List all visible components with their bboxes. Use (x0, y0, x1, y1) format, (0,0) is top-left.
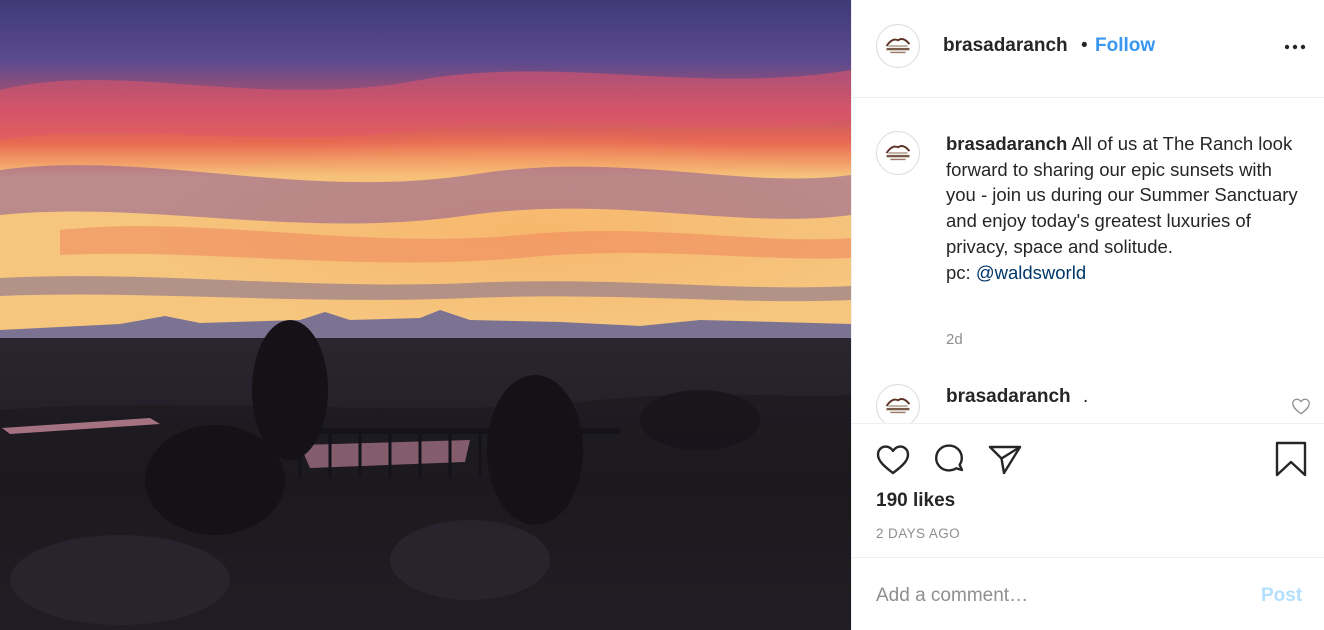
avatar[interactable] (876, 24, 920, 68)
brand-logo-icon (885, 38, 911, 54)
brand-logo-icon (885, 398, 911, 414)
sunset-photo-image (0, 0, 851, 630)
comment-input[interactable] (876, 580, 1236, 612)
caption-pc-prefix: pc: (946, 261, 976, 283)
avatar[interactable] (876, 131, 920, 175)
save-bookmark-icon[interactable] (1272, 440, 1310, 478)
like-heart-icon[interactable] (874, 440, 912, 478)
post-author-username[interactable]: brasadaranch (943, 35, 1068, 57)
comments-list[interactable]: brasadaranch All of us at The Ranch look… (852, 99, 1324, 423)
avatar[interactable] (876, 384, 920, 423)
post-details-panel: brasadaranch • Follow brasadaranch All o… (851, 0, 1324, 630)
comment-text: . (1083, 386, 1089, 407)
share-send-icon[interactable] (986, 440, 1024, 478)
comment-username[interactable]: brasadaranch (946, 386, 1071, 408)
post-comment-button[interactable]: Post (1261, 585, 1302, 607)
header-separator: • (1081, 35, 1088, 56)
caption-timestamp[interactable]: 2d (946, 331, 963, 348)
add-comment-bar: Post (852, 558, 1324, 630)
likes-count[interactable]: 190 likes (876, 490, 955, 512)
caption-mention-link[interactable]: @waldsworld (976, 262, 1086, 283)
post-header: brasadaranch • Follow (852, 0, 1324, 98)
comment-like-heart-icon[interactable] (1290, 395, 1312, 417)
brand-logo-icon (885, 145, 911, 161)
post-photo[interactable] (0, 0, 851, 630)
caption-text: brasadaranch All of us at The Ranch look… (946, 131, 1306, 285)
comment-bubble-icon[interactable] (930, 440, 968, 478)
follow-button[interactable]: Follow (1095, 35, 1155, 57)
caption-username[interactable]: brasadaranch (946, 133, 1067, 154)
more-horizontal-icon[interactable] (1282, 30, 1308, 56)
post-actions: 190 likes 2 DAYS AGO (852, 423, 1324, 558)
post-timestamp[interactable]: 2 DAYS AGO (876, 526, 960, 541)
